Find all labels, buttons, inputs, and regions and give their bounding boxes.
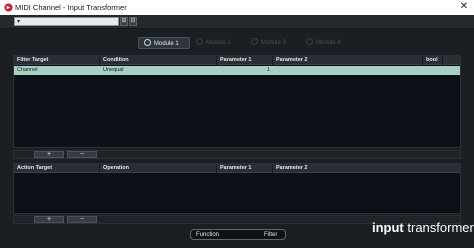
tab-label: Module 3 [261,40,286,46]
cell-parameter-2[interactable] [273,66,276,75]
close-icon[interactable]: ✕ [458,1,470,13]
cell-filter-target[interactable]: Channel [14,66,38,75]
tab-label: Module 1 [154,41,179,47]
tab-module-2[interactable]: Module 2 [196,37,244,49]
function-value: Filter [264,232,278,238]
filter-add-remove-bar: + − [13,150,461,159]
column-action-target[interactable]: Action Target [14,164,100,173]
column-parameter-2[interactable]: Parameter 2 [273,56,423,65]
remove-preset-button[interactable]: ⊟ [129,17,137,26]
column-condition[interactable]: Condition [100,56,217,65]
logo-light: transformer [407,220,474,235]
column-operation[interactable]: Operation [100,164,217,173]
cell-bool[interactable] [423,66,426,75]
power-icon[interactable] [251,37,258,45]
cubase-app-icon [4,3,13,12]
power-icon[interactable] [196,37,203,45]
column-parameter-2[interactable]: Parameter 2 [273,164,462,173]
add-action-line-button[interactable]: + [34,216,64,223]
filter-conditions-panel: Filter Target Condition Parameter 1 Para… [13,55,461,148]
actions-panel: Action Target Operation Parameter 1 Para… [13,163,461,214]
chevron-down-icon: ▾ [17,19,21,25]
action-table-header: Action Target Operation Parameter 1 Para… [14,164,460,173]
tab-module-4[interactable]: Module 4 [306,37,354,49]
power-icon[interactable] [144,38,151,46]
filter-table-header: Filter Target Condition Parameter 1 Para… [14,56,460,65]
window-title: MIDI Channel - Input Transformer [15,3,127,12]
remove-filter-line-button[interactable]: − [67,151,97,158]
logo-bold: input [372,220,404,235]
store-preset-button[interactable]: ⊞ [120,17,128,26]
remove-action-line-button[interactable]: − [67,216,97,223]
tab-module-3[interactable]: Module 3 [251,37,299,49]
table-row[interactable]: Channel Unequal 1 [14,66,460,75]
function-selector[interactable]: Function Filter [190,229,286,240]
power-icon[interactable] [306,37,313,45]
column-parameter-1[interactable]: Parameter 1 [217,164,273,173]
input-transformer-logo: input transformer [372,220,474,235]
column-bool[interactable]: bool [423,56,443,65]
column-filter-target[interactable]: Filter Target [14,56,100,65]
column-parameter-1[interactable]: Parameter 1 [217,56,273,65]
preset-select[interactable]: ▾ [14,17,119,26]
tab-label: Module 2 [206,40,231,46]
title-bar: MIDI Channel - Input Transformer ✕ [0,0,474,15]
tab-label: Module 4 [316,40,341,46]
add-filter-line-button[interactable]: + [34,151,64,158]
preset-toolbar: ▾ ⊞ ⊟ [0,15,474,29]
cell-condition[interactable]: Unequal [100,66,124,75]
tab-module-1[interactable]: Module 1 [138,37,190,49]
remove-preset-icon: ⊟ [130,18,136,24]
cell-parameter-1[interactable]: 1 [264,66,270,75]
store-preset-icon: ⊞ [121,18,127,24]
function-label: Function [196,232,220,238]
